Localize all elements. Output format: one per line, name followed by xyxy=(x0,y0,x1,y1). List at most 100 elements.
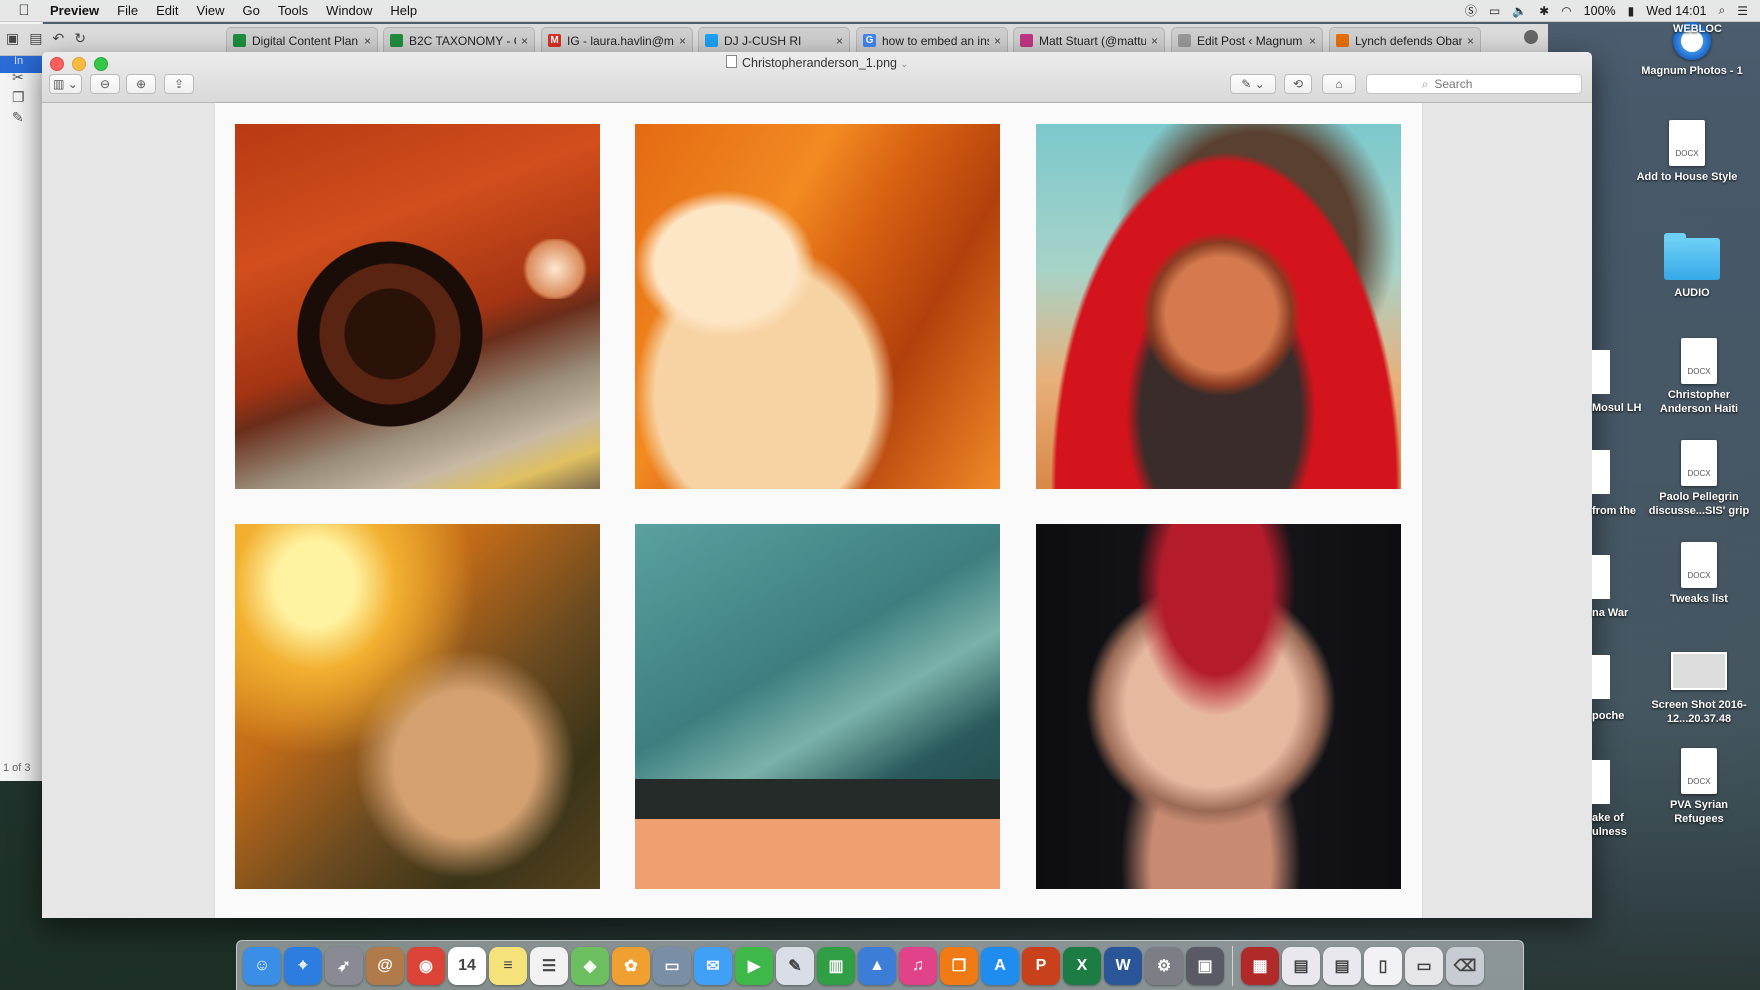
desktop-partial-label[interactable]: na War xyxy=(1592,607,1628,619)
sidebar-toggle-icon[interactable]: ▣ xyxy=(6,30,19,47)
maps-icon[interactable]: ◈ xyxy=(571,946,609,985)
chrome-icon[interactable]: ◉ xyxy=(407,946,445,985)
search-input[interactable] xyxy=(1432,76,1527,92)
safari-icon[interactable]: ⌖ xyxy=(284,946,322,985)
rotate-button[interactable]: ⟲ xyxy=(1284,74,1312,94)
desktop-partial-label[interactable]: Mosul LH xyxy=(1592,402,1642,414)
browser-tab[interactable]: Ghow to embed an ins × xyxy=(856,27,1008,53)
battery-percent[interactable]: 100% xyxy=(1584,4,1616,18)
brush-icon[interactable]: ✎ xyxy=(12,109,24,126)
desktop-partial-doc[interactable] xyxy=(1592,350,1610,394)
tab-close-icon[interactable]: × xyxy=(1309,34,1316,48)
desktop-icon[interactable]: DOCX PVA Syrian Refugees xyxy=(1644,748,1754,826)
tab-close-icon[interactable]: × xyxy=(994,34,1001,48)
ibooks-icon[interactable]: ❒ xyxy=(940,946,978,985)
share-button[interactable]: ⇪ xyxy=(164,74,194,94)
markup-button[interactable]: ✎ ⌄ xyxy=(1230,74,1276,94)
tab-close-icon[interactable]: × xyxy=(521,34,528,48)
numbers-icon[interactable]: ▥ xyxy=(817,946,855,985)
browser-tab[interactable]: Lynch defends Oban × xyxy=(1329,27,1481,53)
desktop-partial-label[interactable]: ake of xyxy=(1592,812,1624,824)
image-capture-icon[interactable]: ▭ xyxy=(653,946,691,985)
menu-tools[interactable]: Tools xyxy=(269,3,317,18)
tab-close-icon[interactable]: × xyxy=(679,34,686,48)
finder-icon[interactable]: ☺ xyxy=(243,946,281,985)
tab-close-icon[interactable]: × xyxy=(1151,34,1158,48)
browser-tab[interactable]: B2C TAXONOMY - G × xyxy=(383,27,535,53)
trash-icon[interactable]: ⌫ xyxy=(1446,946,1484,985)
save-icon[interactable]: ▤ xyxy=(29,30,42,47)
menu-view[interactable]: View xyxy=(188,3,234,18)
desktop-partial-doc[interactable] xyxy=(1592,450,1610,494)
desktop-partial-label[interactable]: poche xyxy=(1592,710,1624,722)
tab-close-icon[interactable]: × xyxy=(836,34,843,48)
photos-icon[interactable]: ✿ xyxy=(612,946,650,985)
menubar-clock[interactable]: Wed 14:01 xyxy=(1646,4,1706,18)
sidebar-view-button[interactable]: ▥ ⌄ xyxy=(49,74,82,94)
screenshot-file-icon[interactable]: ▭ xyxy=(1405,946,1443,985)
docx-file-icon[interactable]: ▯ xyxy=(1364,946,1402,985)
markup-toolbar-button[interactable]: ⌂ xyxy=(1322,74,1356,94)
browser-tab[interactable]: Edit Post ‹ Magnum × xyxy=(1171,27,1323,53)
desktop-icon[interactable]: Screen Shot 2016-12...20.37.48 xyxy=(1644,652,1754,726)
redo-icon[interactable]: ↻ xyxy=(74,30,86,47)
messages-icon[interactable]: ✉ xyxy=(694,946,732,985)
document-title[interactable]: Christopheranderson_1.png ⌄ xyxy=(42,55,1592,70)
tab-close-icon[interactable]: × xyxy=(364,34,371,48)
contacts-icon[interactable]: @ xyxy=(366,946,404,985)
notes-icon[interactable]: ≡ xyxy=(489,946,527,985)
zoom-out-button[interactable]: ⊖ xyxy=(90,74,120,94)
jpeg-file-icon[interactable]: ▤ xyxy=(1282,946,1320,985)
desktop-partial-label[interactable]: ulness xyxy=(1592,826,1627,838)
scissors-icon[interactable]: ✂ xyxy=(12,69,24,86)
desktop-icon[interactable]: DOCX Tweaks list xyxy=(1644,542,1754,606)
desktop-partial-doc[interactable] xyxy=(1592,655,1610,699)
bluetooth-icon[interactable]: ✱ xyxy=(1539,4,1549,18)
desktop-partial-doc[interactable] xyxy=(1592,555,1610,599)
calendar-icon[interactable]: 14 xyxy=(448,946,486,985)
apple-menu-icon[interactable]:  xyxy=(0,2,48,19)
powerpoint-icon[interactable]: P xyxy=(1022,946,1060,985)
keynote-icon[interactable]: ▲ xyxy=(858,946,896,985)
copy-icon[interactable]: ❐ xyxy=(12,89,25,106)
zoom-in-button[interactable]: ⊕ xyxy=(126,74,156,94)
battery-icon[interactable]: ▮ xyxy=(1628,4,1635,18)
title-chevron-down-icon[interactable]: ⌄ xyxy=(900,59,908,69)
document-proxy-icon[interactable] xyxy=(726,55,737,68)
tab-close-icon[interactable]: × xyxy=(1467,34,1474,48)
system-preferences-icon[interactable]: ⚙ xyxy=(1145,946,1183,985)
reminders-icon[interactable]: ☰ xyxy=(530,946,568,985)
browser-tab[interactable]: Matt Stuart (@mattu × xyxy=(1013,27,1165,53)
desktop-icon[interactable]: DOCX Christopher Anderson Haiti xyxy=(1644,338,1754,416)
search-field[interactable]: ⌕ xyxy=(1366,74,1582,94)
jpeg-file-2-icon[interactable]: ▤ xyxy=(1323,946,1361,985)
browser-tab[interactable]: Digital Content Plan × xyxy=(226,27,378,53)
menu-help[interactable]: Help xyxy=(381,3,426,18)
menu-go[interactable]: Go xyxy=(233,3,268,18)
browser-profile-icon[interactable] xyxy=(1524,30,1538,44)
menu-window[interactable]: Window xyxy=(317,3,381,18)
archive-icon[interactable]: ▣ xyxy=(1186,946,1224,985)
excel-icon[interactable]: X xyxy=(1063,946,1101,985)
facetime-icon[interactable]: ▶ xyxy=(735,946,773,985)
desktop-icon[interactable]: DOCX Add to House Style xyxy=(1632,120,1742,184)
desktop-partial-doc[interactable] xyxy=(1592,760,1610,804)
notification-center-icon[interactable]: ☰ xyxy=(1737,4,1748,18)
desktop-icon[interactable]: DOCX Paolo Pellegrin discusse...SIS' grip xyxy=(1644,440,1754,518)
app-store-icon[interactable]: A xyxy=(981,946,1019,985)
browser-tab[interactable]: M IG - laura.havlin@ma × xyxy=(541,27,693,53)
photo-booth-icon[interactable]: ▦ xyxy=(1241,946,1279,985)
undo-icon[interactable]: ↶ xyxy=(52,30,64,47)
word-icon[interactable]: W xyxy=(1104,946,1142,985)
wifi-icon[interactable]: ◠ xyxy=(1561,4,1571,18)
itunes-icon[interactable]: ♫ xyxy=(899,946,937,985)
volume-icon[interactable]: 🔈 xyxy=(1512,4,1527,18)
browser-tab[interactable]: DJ J-CUSH RI × xyxy=(698,27,850,53)
desktop-partial-label[interactable]: from the xyxy=(1592,505,1636,517)
menu-file[interactable]: File xyxy=(108,3,147,18)
menu-app-preview[interactable]: Preview xyxy=(48,3,108,18)
document-canvas[interactable] xyxy=(42,103,1592,918)
menu-edit[interactable]: Edit xyxy=(147,3,187,18)
launchpad-icon[interactable]: ➶ xyxy=(325,946,363,985)
airplay-icon[interactable]: ▭ xyxy=(1489,4,1500,18)
